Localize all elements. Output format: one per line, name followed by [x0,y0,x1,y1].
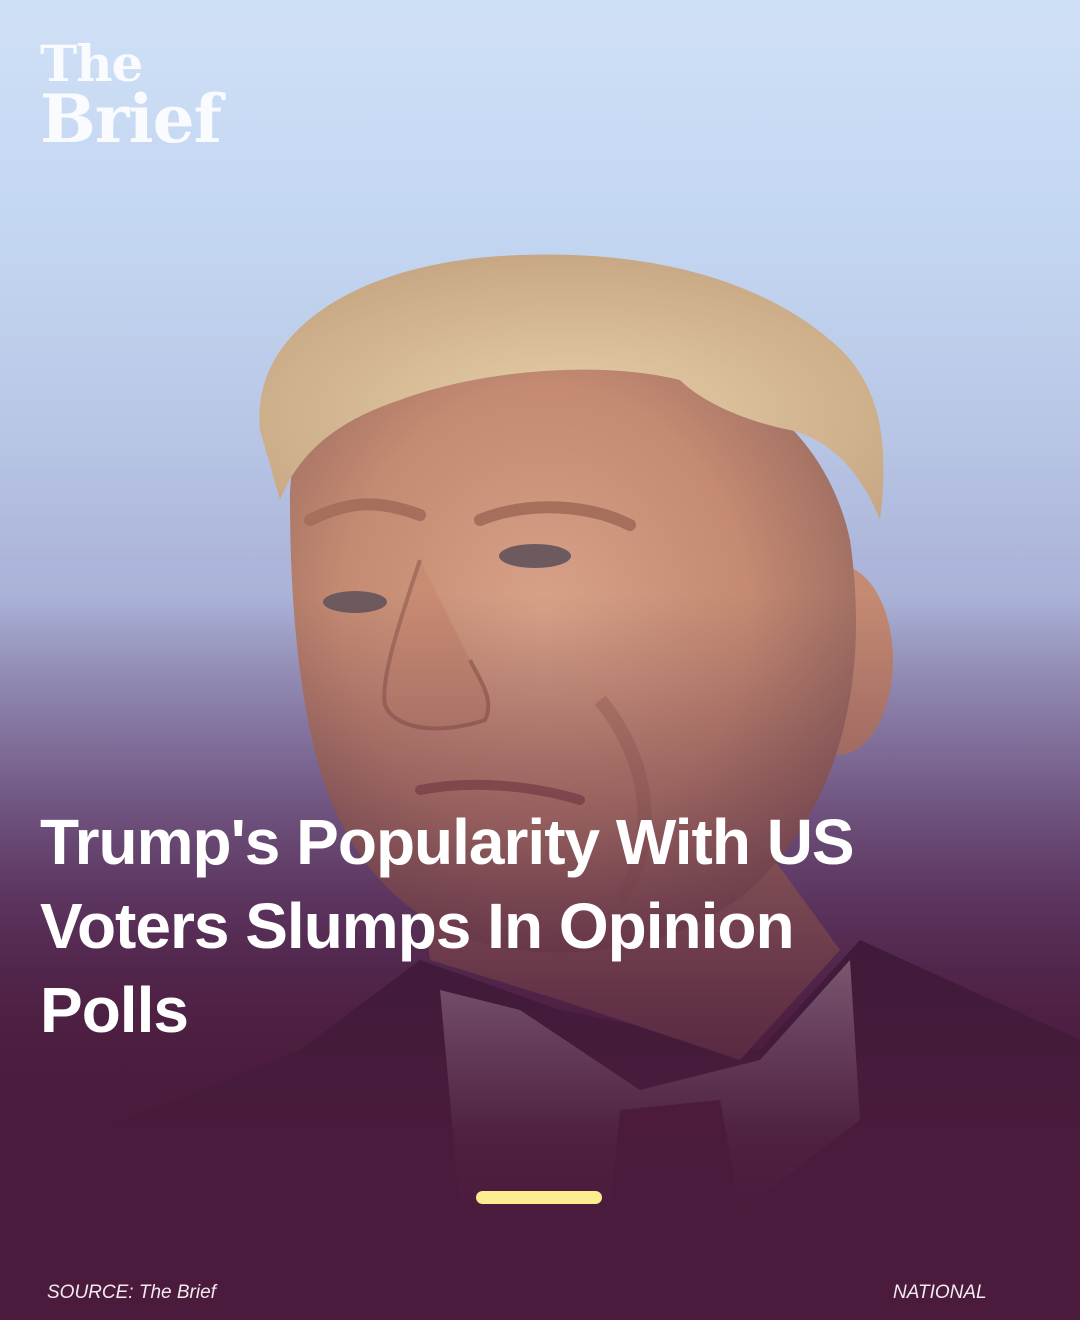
story-card[interactable]: The Brief Trump's Popularity With US Vot… [0,0,1080,1320]
category-label: NATIONAL [893,1282,987,1303]
carousel-indicator[interactable] [476,1191,602,1204]
brand-logo-line2: Brief [40,79,222,158]
gradient-overlay [0,0,1080,1320]
source-label: SOURCE: The Brief [47,1282,216,1303]
article-headline[interactable]: Trump's Popularity With US Voters Slumps… [40,800,920,1052]
brand-logo[interactable]: The Brief [40,39,222,158]
